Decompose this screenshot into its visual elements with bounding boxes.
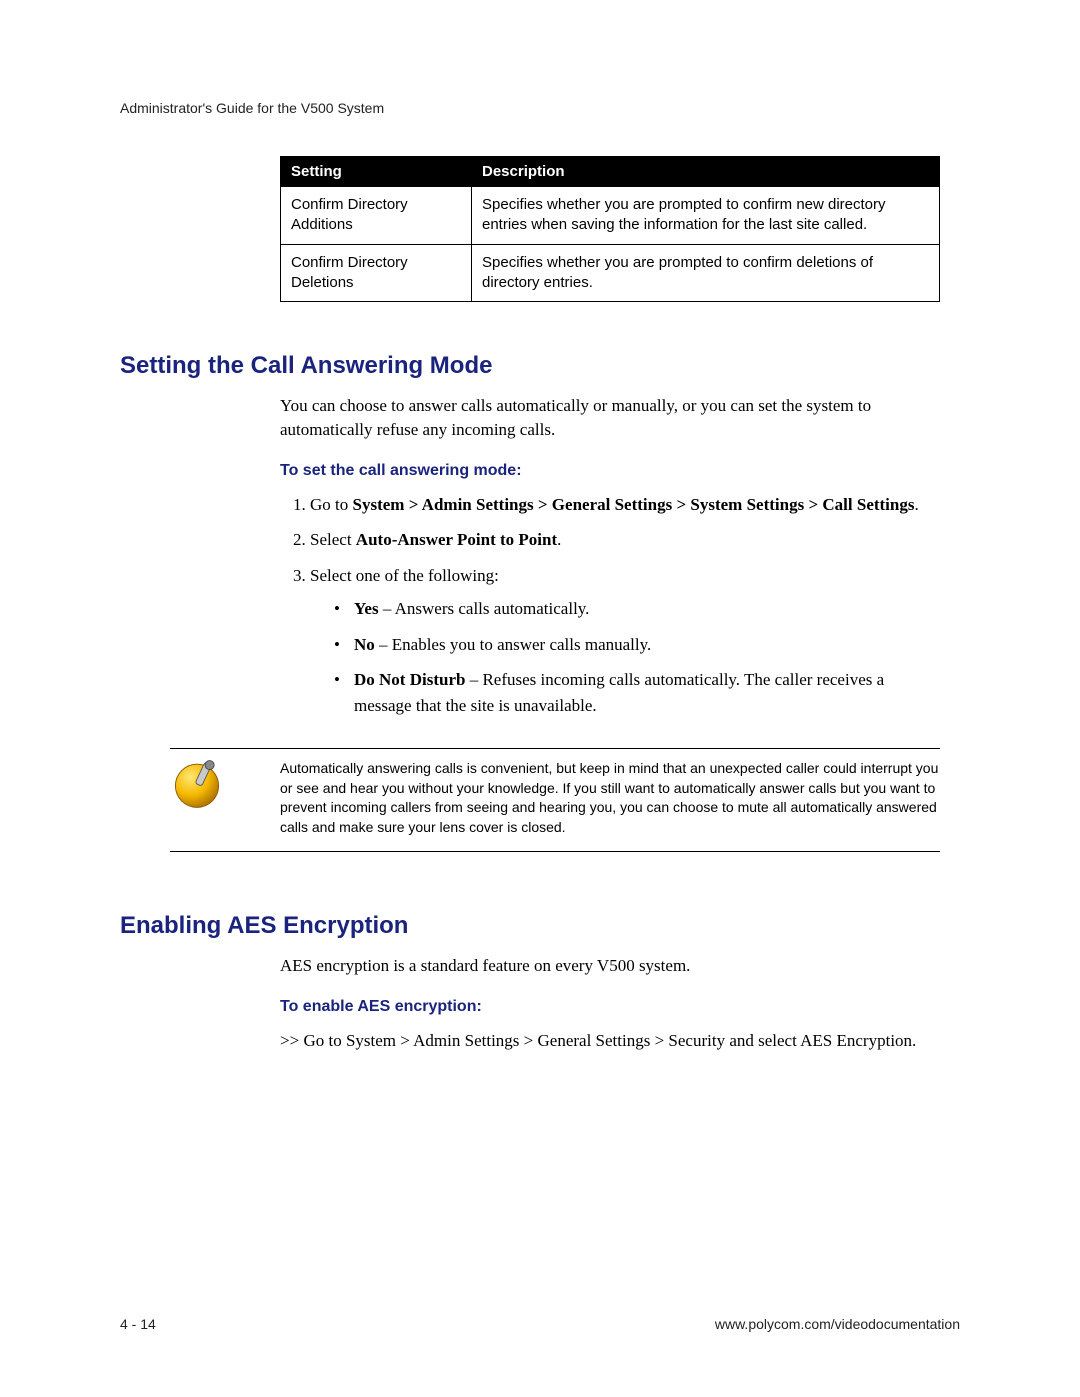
step-bold: AES Encryption [800,1031,912,1050]
option-text: – Enables you to answer calls manually. [375,635,652,654]
step-2: Select Auto-Answer Point to Point. [310,527,940,553]
step-marker: >> [280,1031,303,1050]
section-heading-aes: Enabling AES Encryption [120,912,960,940]
th-setting: Setting [281,157,472,187]
table-header-row: Setting Description [281,157,940,187]
options-list: Yes – Answers calls automatically. No – … [310,596,940,718]
page: Administrator's Guide for the V500 Syste… [0,0,1080,1397]
section2-body: AES encryption is a standard feature on … [280,954,940,1053]
note-block: Automatically answering calls is conveni… [170,748,940,852]
option-bold: No [354,635,375,654]
table-row: Confirm Directory Deletions Specifies wh… [281,244,940,302]
step-bold: System > Admin Settings > General Settin… [346,1031,725,1050]
step-text: Go to [303,1031,346,1050]
page-footer: 4 - 14 www.polycom.com/videodocumentatio… [120,1316,960,1332]
aes-step: >> Go to System > Admin Settings > Gener… [280,1028,940,1054]
section1-intro: You can choose to answer calls automatic… [280,394,940,442]
step-3: Select one of the following: Yes – Answe… [310,563,940,719]
cell-desc: Specifies whether you are prompted to co… [472,244,940,302]
step-text: and select [725,1031,800,1050]
option-dnd: Do Not Disturb – Refuses incoming calls … [334,667,940,718]
table-row: Confirm Directory Additions Specifies wh… [281,187,940,245]
section1-body: You can choose to answer calls automatic… [280,394,940,718]
step-text: Select [310,530,356,549]
step-bold: System > Admin Settings > General Settin… [353,495,915,514]
step-text: . [912,1031,916,1050]
steps-list: Go to System > Admin Settings > General … [280,492,940,719]
step-text: . [914,495,918,514]
footer-url: www.polycom.com/videodocumentation [715,1316,960,1332]
step-text: Select one of the following: [310,566,499,585]
section2-intro: AES encryption is a standard feature on … [280,954,940,978]
cell-setting: Confirm Directory Additions [281,187,472,245]
option-text: – Answers calls automatically. [379,599,590,618]
step-1: Go to System > Admin Settings > General … [310,492,940,518]
step-bold: Auto-Answer Point to Point [356,530,557,549]
cell-setting: Confirm Directory Deletions [281,244,472,302]
option-no: No – Enables you to answer calls manuall… [334,632,940,658]
option-bold: Yes [354,599,379,618]
step-text: . [557,530,561,549]
settings-table: Setting Description Confirm Directory Ad… [280,156,940,302]
subhead-call-answering: To set the call answering mode: [280,462,940,480]
page-number: 4 - 14 [120,1316,156,1332]
note-text: Automatically answering calls is conveni… [230,757,940,843]
pin-icon [170,757,230,816]
running-header: Administrator's Guide for the V500 Syste… [120,100,960,116]
subhead-aes: To enable AES encryption: [280,998,940,1016]
section-heading-call-answering: Setting the Call Answering Mode [120,352,960,380]
option-yes: Yes – Answers calls automatically. [334,596,940,622]
step-text: Go to [310,495,353,514]
th-description: Description [472,157,940,187]
cell-desc: Specifies whether you are prompted to co… [472,187,940,245]
option-bold: Do Not Disturb [354,670,465,689]
